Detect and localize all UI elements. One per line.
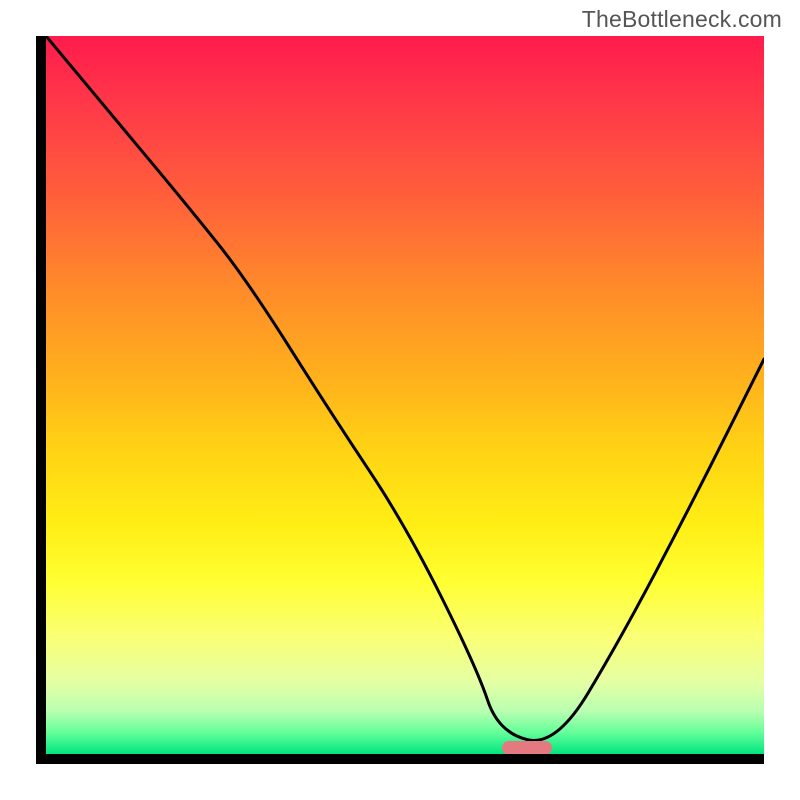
plot-area — [36, 36, 764, 764]
bottleneck-curve — [46, 36, 764, 754]
optimum-marker — [502, 741, 552, 755]
chart-root: TheBottleneck.com — [0, 0, 800, 800]
watermark-text: TheBottleneck.com — [582, 6, 782, 33]
